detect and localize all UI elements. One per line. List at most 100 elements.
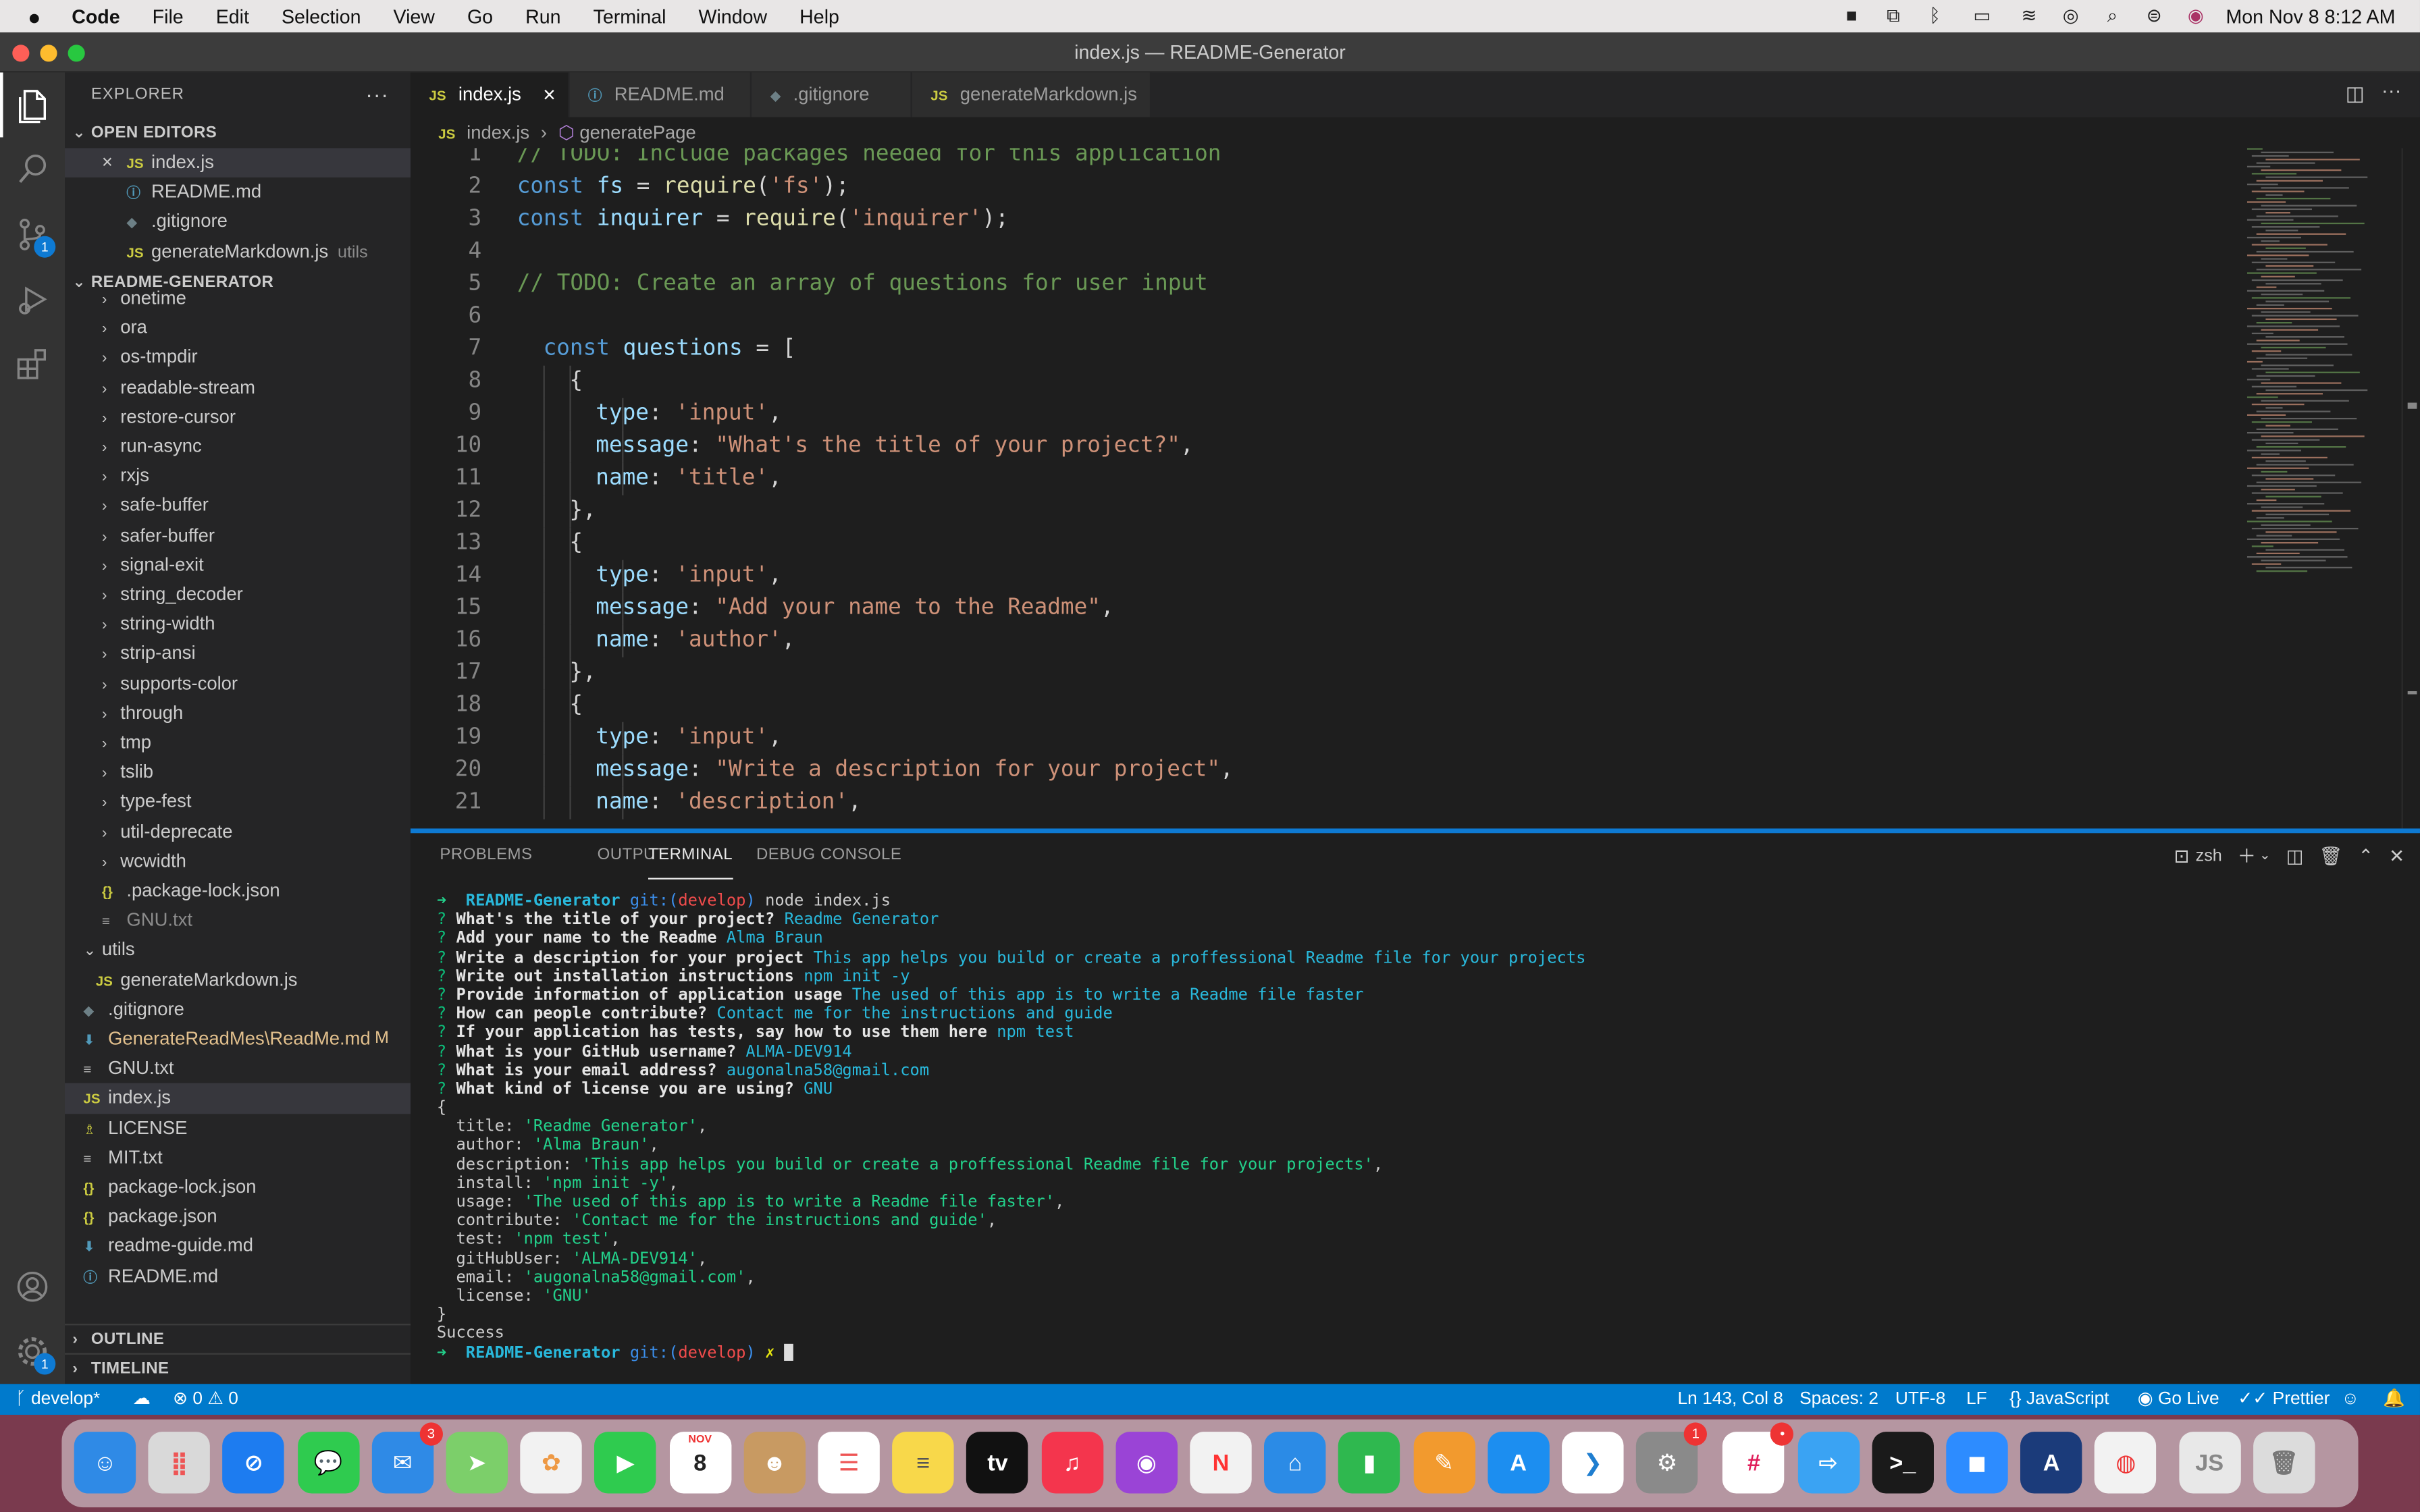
code-line[interactable]: message: "What's the title of your proje…: [596, 431, 1193, 463]
file-item[interactable]: ≡ GNU.txt: [65, 906, 411, 936]
folder-item[interactable]: › util-deprecate: [65, 817, 411, 846]
zoom-window-button[interactable]: [68, 45, 85, 62]
code-line[interactable]: },: [569, 495, 596, 528]
language-status[interactable]: {} JavaScript: [2009, 1384, 2109, 1415]
folder-item[interactable]: › wcwidth: [65, 846, 411, 876]
menu-view[interactable]: View: [394, 5, 435, 27]
menu-file[interactable]: File: [153, 5, 184, 27]
slack-icon[interactable]: # •: [1722, 1422, 1794, 1494]
battery-icon[interactable]: ▭: [1965, 6, 1999, 24]
menu-go[interactable]: Go: [467, 5, 493, 27]
code-line[interactable]: message: "Add your name to the Readme",: [596, 593, 1113, 625]
source-control-activity[interactable]: 1: [0, 202, 65, 267]
control-center-icon[interactable]: ⊜: [2142, 6, 2165, 24]
timeline-header[interactable]: › TIMELINE: [64, 1353, 411, 1382]
close-icon[interactable]: ×: [102, 148, 113, 178]
problems-status[interactable]: ⊗ 0 ⚠ 0: [173, 1384, 238, 1415]
code-line[interactable]: const inquirer = require('inquirer');: [517, 204, 1009, 236]
notes-icon[interactable]: ≡: [892, 1432, 954, 1494]
news-icon[interactable]: N: [1190, 1432, 1252, 1494]
folder-item[interactable]: › supports-color: [65, 669, 411, 699]
code-line[interactable]: name: 'author',: [596, 625, 795, 657]
folder-item[interactable]: › signal-exit: [65, 551, 411, 580]
mail-icon[interactable]: ✉ 3: [371, 1422, 443, 1494]
code-line[interactable]: message: "Write a description for your p…: [596, 755, 1233, 787]
open-editor-item[interactable]: × JS index.js: [64, 148, 411, 178]
cursor-position[interactable]: Ln 143, Col 8: [1678, 1384, 1783, 1415]
menu-help[interactable]: Help: [799, 5, 839, 27]
minimap[interactable]: [2241, 148, 2402, 580]
search-activity[interactable]: [0, 137, 65, 202]
camera-status-icon[interactable]: ■: [1840, 6, 1863, 24]
minimize-window-button[interactable]: [40, 45, 57, 62]
launchpad-icon[interactable]: ⣿: [148, 1432, 211, 1494]
code-line[interactable]: },: [569, 657, 596, 690]
encoding-status[interactable]: UTF-8: [1895, 1384, 1945, 1415]
file-item[interactable]: ♗ LICENSE: [65, 1113, 411, 1143]
panel-tab-debug-console[interactable]: DEBUG CONSOLE: [756, 846, 901, 880]
apple-tv-icon[interactable]: tv: [966, 1432, 1029, 1494]
folder-item[interactable]: › ora: [65, 313, 411, 343]
panel-tab-terminal[interactable]: TERMINAL: [648, 846, 733, 880]
folder-item[interactable]: ⌄ utils: [65, 936, 411, 965]
indentation-status[interactable]: Spaces: 2: [1799, 1384, 1878, 1415]
editor-scrollbar[interactable]: [2401, 148, 2420, 829]
code-line[interactable]: {: [569, 690, 583, 722]
maps-icon[interactable]: ➤: [446, 1432, 508, 1494]
folder-item[interactable]: › string-width: [65, 610, 411, 639]
menu-terminal[interactable]: Terminal: [594, 5, 666, 27]
app-store-icon[interactable]: A: [1487, 1432, 1550, 1494]
folder-item[interactable]: › safer-buffer: [65, 521, 411, 551]
code-line[interactable]: // TODO: Create an array of questions fo…: [517, 269, 1208, 301]
code-line[interactable]: name: 'description',: [596, 787, 862, 819]
file-item[interactable]: {} package.json: [65, 1202, 411, 1232]
folder-item[interactable]: › run-async: [65, 432, 411, 462]
folder-item[interactable]: › safe-buffer: [65, 491, 411, 521]
tab-generatemarkdown-js[interactable]: JS generateMarkdown.js: [912, 72, 1152, 117]
code-line[interactable]: {: [569, 366, 583, 398]
folder-item[interactable]: › through: [65, 699, 411, 728]
music-icon[interactable]: ♫: [1041, 1432, 1103, 1494]
file-item[interactable]: {} package-lock.json: [65, 1172, 411, 1202]
prettier-status[interactable]: ✓✓ Prettier: [2238, 1384, 2330, 1415]
open-editors-header[interactable]: ⌄ OPEN EDITORS: [65, 119, 411, 148]
wifi-icon[interactable]: ≋: [2018, 6, 2041, 24]
file-item[interactable]: ≡ MIT.txt: [65, 1143, 411, 1172]
menu-app-name[interactable]: Code: [72, 5, 120, 27]
feedback-icon[interactable]: ☺: [2341, 1384, 2359, 1415]
menu-window[interactable]: Window: [699, 5, 768, 27]
code-line[interactable]: type: 'input',: [596, 722, 781, 755]
eol-status[interactable]: LF: [1966, 1384, 1987, 1415]
tab-readme-md[interactable]: ⓘ README.md: [569, 72, 752, 117]
folder-item[interactable]: › tmp: [65, 728, 411, 758]
close-icon[interactable]: ×: [543, 72, 556, 117]
manage-activity[interactable]: 1: [0, 1319, 65, 1384]
open-editor-item[interactable]: JS generateMarkdown.js utils: [65, 237, 411, 267]
folder-item[interactable]: › tslib: [65, 758, 411, 788]
branch-status[interactable]: ᚴ develop*: [16, 1384, 100, 1415]
folder-item[interactable]: › onetime: [65, 284, 411, 314]
user-icon[interactable]: ◎: [2059, 6, 2082, 24]
contacts-icon[interactable]: ☻: [743, 1432, 806, 1494]
file-item[interactable]: JS index.js: [64, 1083, 411, 1114]
migration-icon[interactable]: ⇨: [1797, 1432, 1860, 1494]
code-line[interactable]: {: [569, 528, 583, 560]
tab-index-js[interactable]: JS index.js ×: [410, 72, 570, 117]
vscode-icon[interactable]: ❯: [1562, 1432, 1624, 1494]
bell-icon[interactable]: 🔔: [2383, 1384, 2405, 1415]
file-item[interactable]: ⬇ readme-guide.md: [65, 1232, 411, 1262]
menubar-clock[interactable]: Mon Nov 8 8:12 AM: [2226, 5, 2395, 27]
run-debug-activity[interactable]: [0, 267, 65, 331]
keynote-icon[interactable]: ⌂: [1264, 1432, 1326, 1494]
code-line[interactable]: type: 'input',: [596, 398, 781, 431]
split-editor-icon[interactable]: ◫: [2346, 82, 2365, 107]
bluetooth-icon[interactable]: ᛒ: [1923, 6, 1946, 24]
file-item[interactable]: ≡ GNU.txt: [65, 1054, 411, 1084]
facetime-icon[interactable]: ▶: [594, 1432, 657, 1494]
panel-tab-problems[interactable]: PROBLEMS: [440, 846, 532, 880]
sync-icon[interactable]: ☁: [133, 1384, 151, 1415]
outline-header[interactable]: › OUTLINE: [64, 1324, 411, 1353]
numbers-icon[interactable]: ▮: [1338, 1432, 1401, 1494]
explorer-activity[interactable]: [0, 72, 65, 138]
code-line[interactable]: name: 'title',: [596, 463, 781, 495]
